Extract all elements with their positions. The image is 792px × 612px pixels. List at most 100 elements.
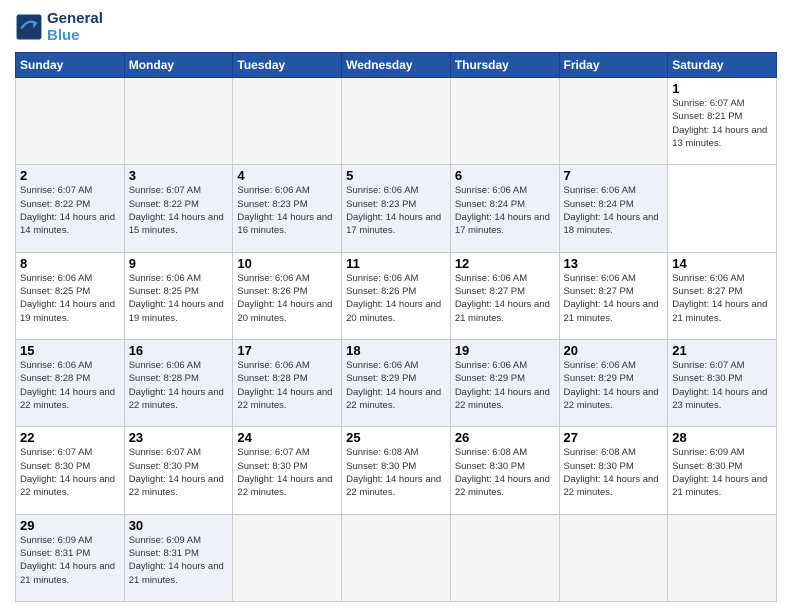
calendar-day: 23 Sunrise: 6:07 AMSunset: 8:30 PMDaylig… [124,427,233,514]
calendar-day: 14 Sunrise: 6:06 AMSunset: 8:27 PMDaylig… [668,252,777,339]
day-info: Sunrise: 6:07 AMSunset: 8:22 PMDaylight:… [129,184,229,237]
calendar-day: 18 Sunrise: 6:06 AMSunset: 8:29 PMDaylig… [342,339,451,426]
day-number: 29 [20,518,120,533]
day-info: Sunrise: 6:06 AMSunset: 8:25 PMDaylight:… [20,272,120,325]
day-info: Sunrise: 6:06 AMSunset: 8:26 PMDaylight:… [237,272,337,325]
logo-text: General Blue [47,10,103,44]
calendar-day: 28 Sunrise: 6:09 AMSunset: 8:30 PMDaylig… [668,427,777,514]
day-number: 25 [346,430,446,445]
day-number: 7 [564,168,664,183]
empty-cell [233,78,342,165]
day-number: 1 [672,81,772,96]
calendar-week-row: 29 Sunrise: 6:09 AMSunset: 8:31 PMDaylig… [16,514,777,601]
calendar-day: 29 Sunrise: 6:09 AMSunset: 8:31 PMDaylig… [16,514,125,601]
calendar-day: 30 Sunrise: 6:09 AMSunset: 8:31 PMDaylig… [124,514,233,601]
day-info: Sunrise: 6:06 AMSunset: 8:23 PMDaylight:… [237,184,337,237]
day-info: Sunrise: 6:09 AMSunset: 8:30 PMDaylight:… [672,446,772,499]
calendar-week-row: 2 Sunrise: 6:07 AMSunset: 8:22 PMDayligh… [16,165,777,252]
logo-icon [15,13,43,41]
calendar-table: SundayMondayTuesdayWednesdayThursdayFrid… [15,52,777,602]
calendar-day: 16 Sunrise: 6:06 AMSunset: 8:28 PMDaylig… [124,339,233,426]
calendar-day: 17 Sunrise: 6:06 AMSunset: 8:28 PMDaylig… [233,339,342,426]
page: General Blue SundayMondayTuesdayWednesda… [0,0,792,612]
calendar-header-thursday: Thursday [450,53,559,78]
empty-cell [559,78,668,165]
calendar-header-friday: Friday [559,53,668,78]
day-info: Sunrise: 6:06 AMSunset: 8:27 PMDaylight:… [564,272,664,325]
header: General Blue [15,10,777,44]
day-number: 16 [129,343,229,358]
calendar-day: 11 Sunrise: 6:06 AMSunset: 8:26 PMDaylig… [342,252,451,339]
calendar-day: 24 Sunrise: 6:07 AMSunset: 8:30 PMDaylig… [233,427,342,514]
day-info: Sunrise: 6:06 AMSunset: 8:25 PMDaylight:… [129,272,229,325]
calendar-week-row: 22 Sunrise: 6:07 AMSunset: 8:30 PMDaylig… [16,427,777,514]
calendar-week-row: 8 Sunrise: 6:06 AMSunset: 8:25 PMDayligh… [16,252,777,339]
day-info: Sunrise: 6:08 AMSunset: 8:30 PMDaylight:… [455,446,555,499]
day-number: 17 [237,343,337,358]
day-info: Sunrise: 6:09 AMSunset: 8:31 PMDaylight:… [129,534,229,587]
day-number: 20 [564,343,664,358]
day-info: Sunrise: 6:06 AMSunset: 8:27 PMDaylight:… [455,272,555,325]
day-number: 15 [20,343,120,358]
empty-cell [450,514,559,601]
day-number: 10 [237,256,337,271]
empty-cell [233,514,342,601]
calendar-day: 26 Sunrise: 6:08 AMSunset: 8:30 PMDaylig… [450,427,559,514]
day-number: 8 [20,256,120,271]
day-info: Sunrise: 6:06 AMSunset: 8:26 PMDaylight:… [346,272,446,325]
day-info: Sunrise: 6:07 AMSunset: 8:30 PMDaylight:… [129,446,229,499]
calendar-week-row: 15 Sunrise: 6:06 AMSunset: 8:28 PMDaylig… [16,339,777,426]
calendar-day: 4 Sunrise: 6:06 AMSunset: 8:23 PMDayligh… [233,165,342,252]
calendar-day: 13 Sunrise: 6:06 AMSunset: 8:27 PMDaylig… [559,252,668,339]
day-info: Sunrise: 6:07 AMSunset: 8:30 PMDaylight:… [20,446,120,499]
day-info: Sunrise: 6:08 AMSunset: 8:30 PMDaylight:… [564,446,664,499]
day-info: Sunrise: 6:07 AMSunset: 8:30 PMDaylight:… [672,359,772,412]
calendar-day: 25 Sunrise: 6:08 AMSunset: 8:30 PMDaylig… [342,427,451,514]
day-number: 9 [129,256,229,271]
calendar-day: 5 Sunrise: 6:06 AMSunset: 8:23 PMDayligh… [342,165,451,252]
day-info: Sunrise: 6:06 AMSunset: 8:24 PMDaylight:… [455,184,555,237]
day-number: 11 [346,256,446,271]
calendar-day: 2 Sunrise: 6:07 AMSunset: 8:22 PMDayligh… [16,165,125,252]
calendar-week-row: 1 Sunrise: 6:07 AMSunset: 8:21 PMDayligh… [16,78,777,165]
calendar-header-wednesday: Wednesday [342,53,451,78]
calendar-header-tuesday: Tuesday [233,53,342,78]
day-info: Sunrise: 6:06 AMSunset: 8:27 PMDaylight:… [672,272,772,325]
calendar-header-row: SundayMondayTuesdayWednesdayThursdayFrid… [16,53,777,78]
day-info: Sunrise: 6:07 AMSunset: 8:22 PMDaylight:… [20,184,120,237]
day-number: 28 [672,430,772,445]
day-number: 27 [564,430,664,445]
day-info: Sunrise: 6:06 AMSunset: 8:29 PMDaylight:… [564,359,664,412]
empty-cell [342,514,451,601]
day-info: Sunrise: 6:06 AMSunset: 8:29 PMDaylight:… [346,359,446,412]
calendar-day: 8 Sunrise: 6:06 AMSunset: 8:25 PMDayligh… [16,252,125,339]
empty-cell [450,78,559,165]
empty-cell [124,78,233,165]
empty-cell [668,514,777,601]
day-number: 19 [455,343,555,358]
day-number: 12 [455,256,555,271]
day-number: 21 [672,343,772,358]
calendar-day: 6 Sunrise: 6:06 AMSunset: 8:24 PMDayligh… [450,165,559,252]
calendar-day: 9 Sunrise: 6:06 AMSunset: 8:25 PMDayligh… [124,252,233,339]
calendar-day: 7 Sunrise: 6:06 AMSunset: 8:24 PMDayligh… [559,165,668,252]
day-info: Sunrise: 6:06 AMSunset: 8:24 PMDaylight:… [564,184,664,237]
day-info: Sunrise: 6:06 AMSunset: 8:29 PMDaylight:… [455,359,555,412]
calendar-header-monday: Monday [124,53,233,78]
day-number: 24 [237,430,337,445]
empty-cell [559,514,668,601]
calendar-day: 1 Sunrise: 6:07 AMSunset: 8:21 PMDayligh… [668,78,777,165]
day-number: 18 [346,343,446,358]
day-number: 14 [672,256,772,271]
logo: General Blue [15,10,103,44]
calendar-day: 15 Sunrise: 6:06 AMSunset: 8:28 PMDaylig… [16,339,125,426]
empty-cell [16,78,125,165]
day-number: 3 [129,168,229,183]
day-info: Sunrise: 6:06 AMSunset: 8:23 PMDaylight:… [346,184,446,237]
day-number: 22 [20,430,120,445]
calendar-header-saturday: Saturday [668,53,777,78]
calendar-day: 19 Sunrise: 6:06 AMSunset: 8:29 PMDaylig… [450,339,559,426]
calendar-day: 12 Sunrise: 6:06 AMSunset: 8:27 PMDaylig… [450,252,559,339]
day-number: 26 [455,430,555,445]
day-number: 4 [237,168,337,183]
